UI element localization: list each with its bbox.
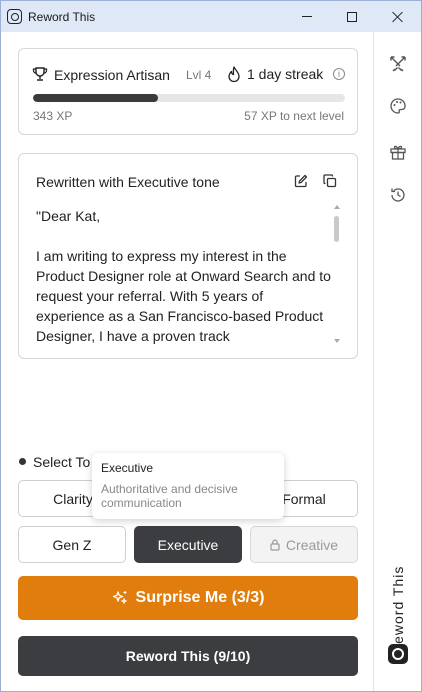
surprise-me-label: Surprise Me (3/3)	[135, 589, 265, 606]
rewritten-text[interactable]: "Dear Kat, I am writing to express my in…	[36, 206, 331, 344]
tone-executive-button[interactable]: Executive	[134, 526, 242, 563]
copy-icon[interactable]	[323, 174, 337, 188]
maximize-button[interactable]	[329, 1, 375, 32]
close-icon	[392, 11, 404, 23]
window-title: Reword This	[28, 10, 96, 24]
tooltip-title: Executive	[101, 461, 154, 475]
select-tone-label: Select To	[33, 454, 91, 470]
reword-this-button[interactable]: Reword This (9/10)	[18, 636, 358, 676]
xp-progress-bar	[33, 94, 345, 102]
close-button[interactable]	[375, 1, 421, 32]
rewritten-output-card: Rewritten with Executive tone "Dear Kat,…	[18, 153, 358, 359]
minimize-icon	[302, 16, 312, 17]
sparkle-icon	[112, 591, 127, 605]
trophy-icon	[32, 67, 48, 81]
xp-current: 343 XP	[33, 109, 73, 123]
flame-icon	[228, 66, 240, 83]
achievement-title: Expression Artisan	[54, 67, 170, 83]
palette-icon[interactable]	[389, 97, 407, 115]
scroll-thumb[interactable]	[334, 216, 339, 242]
tone-creative-button[interactable]: Creative	[250, 526, 358, 563]
streak-label: 1 day streak	[247, 66, 324, 82]
history-icon[interactable]	[389, 186, 407, 204]
scroll-up-arrow-icon[interactable]	[334, 205, 340, 209]
output-scrollbar[interactable]	[332, 204, 341, 344]
app-window: Reword This Expression Artisan Lvl 4 1 d…	[0, 0, 422, 692]
lock-icon	[270, 539, 280, 551]
info-icon[interactable]: i	[333, 68, 345, 80]
xp-to-next-level: 57 XP to next level	[244, 109, 344, 123]
xp-card: Expression Artisan Lvl 4 1 day streak i …	[18, 48, 358, 135]
level-badge: Lvl 4	[186, 68, 212, 82]
app-logo-icon	[7, 9, 22, 24]
scroll-down-arrow-icon[interactable]	[334, 339, 340, 343]
maximize-icon	[347, 11, 357, 22]
edit-icon[interactable]	[294, 174, 308, 188]
title-bar[interactable]: Reword This	[1, 1, 421, 32]
output-title: Rewritten with Executive tone	[36, 174, 220, 190]
surprise-me-button[interactable]: Surprise Me (3/3)	[18, 576, 358, 620]
tone-tooltip: Executive Authoritative and decisive com…	[92, 453, 284, 519]
right-sidebar: Reword This	[373, 32, 421, 691]
bullet-dot-icon	[19, 458, 26, 465]
xp-progress-fill	[33, 94, 158, 102]
minimize-button[interactable]	[284, 1, 330, 32]
tone-genz-button[interactable]: Gen Z	[18, 526, 126, 563]
reword-this-label: Reword This (9/10)	[125, 648, 251, 664]
sidebar-logo-icon[interactable]	[388, 644, 408, 664]
tone-creative-label: Creative	[285, 536, 339, 553]
gift-icon[interactable]	[389, 143, 407, 161]
swords-icon[interactable]	[389, 55, 407, 73]
tooltip-description: Authoritative and decisive communication	[101, 482, 238, 510]
